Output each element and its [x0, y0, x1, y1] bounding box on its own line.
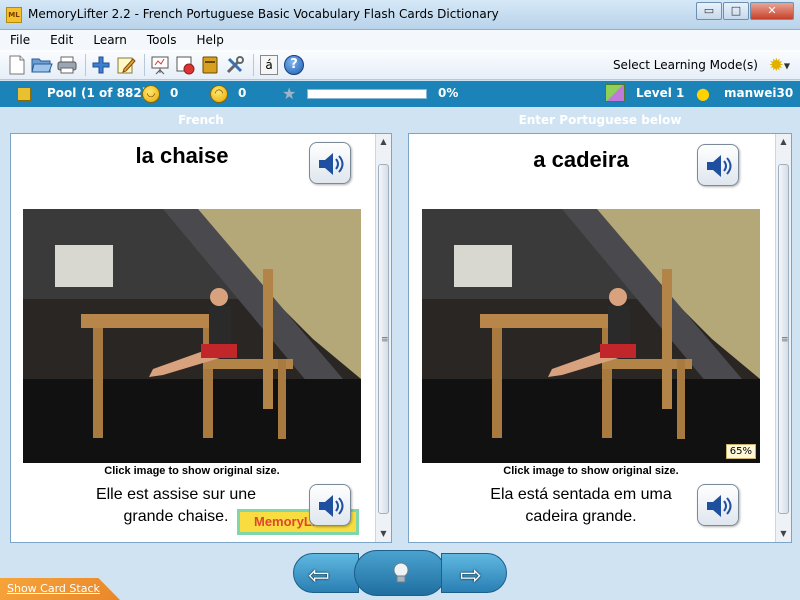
- image-caption: Click image to show original size.: [503, 465, 679, 477]
- scroll-up-icon[interactable]: ▲: [376, 134, 391, 150]
- scroll-down-icon[interactable]: ▼: [776, 526, 791, 542]
- scroll-up-icon[interactable]: ▲: [776, 134, 791, 150]
- add-card-icon[interactable]: [90, 54, 112, 76]
- example-sentence: Ela está sentada em uma cadeira grande.: [461, 484, 701, 528]
- play-sentence-audio-button[interactable]: [697, 484, 739, 526]
- level-icon: [605, 84, 625, 102]
- speaker-icon: [319, 153, 344, 175]
- lightbulb-icon: [391, 561, 411, 590]
- new-icon[interactable]: [6, 54, 28, 76]
- play-word-audio-button[interactable]: [309, 142, 351, 184]
- example-sentence-line2: cadeira grande.: [525, 508, 637, 525]
- help-glyph: ?: [284, 54, 304, 75]
- show-card-stack-link[interactable]: Show Card Stack: [7, 582, 100, 595]
- arrow-left-icon: ⇦: [308, 561, 330, 591]
- print-icon[interactable]: [56, 54, 78, 76]
- card-image[interactable]: [23, 209, 361, 463]
- example-sentence-line1: Elle est assise sur une: [95, 486, 257, 503]
- previous-card-button[interactable]: ⇦: [293, 553, 359, 593]
- scroll-down-icon[interactable]: ▼: [376, 526, 391, 542]
- sad-face-icon: ◠: [210, 85, 228, 103]
- happy-face-icon: ◡: [142, 85, 160, 103]
- close-button[interactable]: ✕: [750, 2, 794, 20]
- scrollbar[interactable]: ▲ ≡ ▼: [775, 134, 791, 542]
- play-word-audio-button[interactable]: [697, 144, 739, 186]
- question-language-header: French: [178, 113, 224, 127]
- speaker-icon: [319, 495, 344, 517]
- answer-card: a cadeira 65% Click image to show origin…: [408, 133, 792, 543]
- help-icon[interactable]: ?: [283, 54, 305, 76]
- tools-icon[interactable]: [224, 54, 246, 76]
- question-card: la chaise Click image to show original s…: [10, 133, 392, 543]
- accent-glyph: á: [260, 54, 278, 75]
- scroll-thumb[interactable]: ≡: [378, 164, 389, 514]
- edit-icon[interactable]: [115, 54, 137, 76]
- answer-language-header: Enter Portuguese below: [518, 113, 682, 127]
- speaker-icon: [707, 155, 732, 177]
- app-icon: ML: [6, 7, 22, 23]
- pool-icon: [17, 87, 31, 101]
- sad-count: 0: [238, 86, 247, 100]
- image-caption: Click image to show original size.: [104, 465, 280, 477]
- accent-icon[interactable]: á: [258, 54, 280, 76]
- toolbar-separator: [253, 53, 254, 76]
- gear-icon[interactable]: ✹▼: [769, 55, 790, 76]
- menu-help[interactable]: Help: [196, 33, 223, 47]
- scroll-thumb[interactable]: ≡: [778, 164, 789, 514]
- window-controls: ▭ □ ✕: [695, 2, 794, 20]
- toolbar-separator: [85, 53, 86, 76]
- next-card-button[interactable]: ⇨: [441, 553, 507, 593]
- window-title: MemoryLifter 2.2 - French Portuguese Bas…: [28, 7, 499, 21]
- grip-icon: ≡: [781, 335, 789, 345]
- user-name[interactable]: manwei30: [724, 86, 793, 100]
- menu-bar: File Edit Learn Tools Help: [0, 30, 800, 50]
- grip-icon: ≡: [381, 335, 389, 345]
- pool-label: Pool: [47, 86, 77, 100]
- status-bar: Pool (1 of 882) ◡ 0 ◠ 0 ★ 0% Level 1 ● m…: [0, 81, 800, 107]
- title-bar: ML MemoryLifter 2.2 - French Portuguese …: [0, 0, 800, 30]
- maximize-button[interactable]: □: [723, 2, 749, 20]
- happy-count: 0: [170, 86, 179, 100]
- star-icon: ★: [282, 84, 297, 103]
- level-label: Level 1: [636, 86, 685, 100]
- open-icon[interactable]: [31, 54, 53, 76]
- question-word: la chaise: [135, 143, 229, 168]
- zoom-badge: 65%: [725, 444, 756, 459]
- scrollbar[interactable]: ▲ ≡ ▼: [375, 134, 391, 542]
- menu-file[interactable]: File: [10, 33, 30, 47]
- learning-mode-label[interactable]: Select Learning Mode(s): [613, 58, 758, 72]
- user-icon: ●: [696, 84, 710, 103]
- arrow-right-icon: ⇨: [460, 561, 482, 591]
- speaker-icon: [707, 495, 732, 517]
- progress-bar: [307, 89, 427, 99]
- toolbar: á ? Select Learning Mode(s) ✹▼: [0, 50, 800, 80]
- example-sentence-line1: Ela está sentada em uma: [490, 486, 672, 503]
- presentation-icon[interactable]: [149, 54, 171, 76]
- menu-learn[interactable]: Learn: [93, 33, 127, 47]
- progress-text: 0%: [438, 86, 459, 100]
- card-image[interactable]: 65%: [422, 209, 760, 463]
- menu-edit[interactable]: Edit: [50, 33, 73, 47]
- dictionary-icon[interactable]: [199, 54, 221, 76]
- menu-tools[interactable]: Tools: [147, 33, 177, 47]
- minimize-button[interactable]: ▭: [696, 2, 722, 20]
- play-sentence-audio-button[interactable]: [309, 484, 351, 526]
- hint-button[interactable]: [354, 550, 446, 596]
- slideshow-icon[interactable]: [174, 54, 196, 76]
- toolbar-separator: [144, 53, 145, 76]
- pool-count: (1 of 882): [81, 86, 148, 100]
